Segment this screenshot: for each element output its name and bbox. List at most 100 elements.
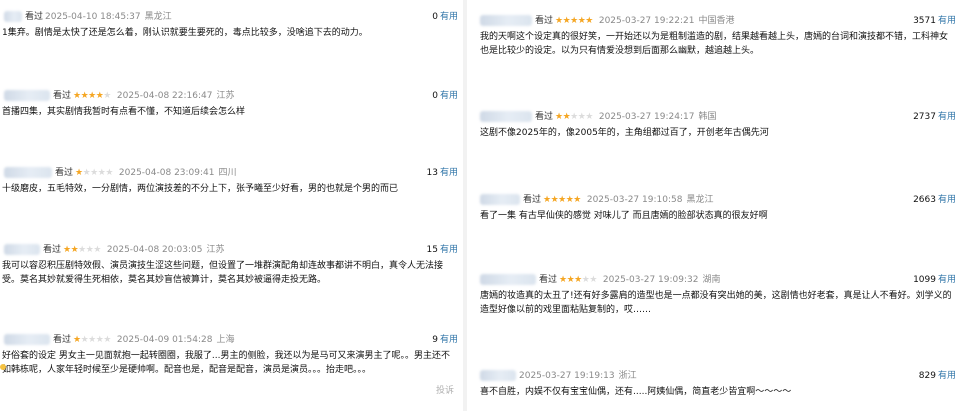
useful-count: 1099 — [913, 275, 936, 285]
useful-votes: 13 有用 — [427, 164, 458, 182]
left-review-panel: 看过 2025-04-10 18:45:37 黑龙江 0 有用 1集弃。剧情是太快了还是怎… — [0, 0, 462, 411]
review-time: 2025-03-27 19:24:17 — [598, 112, 695, 122]
useful-button[interactable]: 有用 — [938, 195, 956, 205]
useful-button[interactable]: 有用 — [938, 275, 956, 285]
useful-votes: 0 有用 — [432, 87, 458, 105]
review-meta: 看过 2025-04-10 18:45:37 黑龙江 0 有用 — [0, 8, 462, 26]
review-item: 看过 ★★★★★ 2025-03-27 19:24:17 韩国 2737 有用 这剧不像20… — [468, 108, 960, 140]
user-name-blurred[interactable] — [480, 274, 536, 285]
user-name-blurred[interactable] — [4, 11, 22, 22]
review-location: 黑龙江 — [686, 195, 714, 205]
watched-label: 看过 — [53, 335, 72, 345]
useful-button[interactable]: 有用 — [440, 91, 458, 101]
rating-stars-icon: ★★★★★ — [555, 112, 593, 122]
review-time: 2025-03-27 19:09:32 — [602, 275, 699, 285]
useful-button[interactable]: 有用 — [440, 12, 458, 22]
review-time: 2025-04-08 22:16:47 — [116, 91, 213, 101]
review-content: 首播四集，其实剧情我暂时有点看不懂，不知道后续会怎么样 — [2, 107, 246, 117]
useful-votes: 9 有用 — [432, 331, 458, 349]
review-content: 十级磨皮，五毛特效，一分剧情，两位演技差的不分上下，张予曦至少好看，男的也就是个… — [2, 184, 399, 194]
review-content: 喜不自胜，内娱不仅有宝宝仙偶，还有.....阿姨仙偶，简直老少皆宜啊～～～～ — [480, 387, 792, 397]
watched-label: 看过 — [535, 112, 554, 122]
review-content: 我可以容忍积压剧特效假、演员演技生涩这些问题，但设置了一堆群演配角却连故事都讲不… — [2, 261, 444, 285]
useful-button[interactable]: 有用 — [938, 16, 956, 26]
rating-stars-icon: ★★★★★ — [73, 91, 111, 101]
review-time: 2025-04-08 20:03:05 — [106, 245, 203, 255]
review-location: 四川 — [218, 168, 237, 178]
rating-stars-icon: ★★★★★ — [73, 335, 111, 345]
review-meta: 看过 ★★★★★ 2025-03-27 19:24:17 韩国 2737 有用 — [468, 108, 960, 126]
useful-votes: 1099 有用 — [913, 271, 956, 289]
review-item: 看过 ★★★★★ 2025-04-09 01:54:28 上海 9 有用 好俗套的设定 男女… — [0, 331, 462, 377]
review-meta: 看过 ★★★★★ 2025-03-27 19:22:21 中国香港 3571 有用 — [468, 12, 960, 30]
useful-button[interactable]: 有用 — [938, 112, 956, 122]
review-content: 这剧不像2025年的，像2005年的，主角组都过百了，开创老年古偶先河 — [480, 128, 769, 138]
watched-label: 看过 — [523, 195, 542, 205]
rating-stars-icon: ★★★★★ — [559, 275, 597, 285]
watched-label: 看过 — [55, 168, 74, 178]
review-location: 上海 — [216, 335, 235, 345]
review-item: 看过 ★★★★★ 2025-03-27 19:22:21 中国香港 3571 有用我的天啊… — [468, 12, 960, 58]
review-time: 2025-03-27 19:19:13 — [519, 371, 615, 381]
emoji-icon — [0, 364, 6, 370]
review-time: 2025-04-10 18:45:37 — [45, 12, 141, 22]
useful-votes: 2663 有用 — [913, 191, 956, 209]
review-content: 我的天啊这个设定真的很好笑，一开始还以为是粗制滥造的剧，结果越看越上头，唐嫣的台… — [480, 32, 949, 56]
useful-count: 0 — [432, 12, 438, 22]
review-location: 中国香港 — [698, 16, 735, 26]
review-item: 看过 ★★★★★ 2025-04-08 20:03:05 江苏 15 有用我可以容忍积压剧… — [0, 241, 462, 287]
useful-button[interactable]: 有用 — [440, 335, 458, 345]
user-name-blurred[interactable] — [4, 90, 50, 101]
panel-divider — [463, 0, 467, 411]
useful-votes: 3571 有用 — [913, 12, 956, 30]
review-time: 2025-03-27 19:10:58 — [586, 195, 683, 205]
review-item: 看过 ★★★★★ 2025-04-08 23:09:41 四川 13 有用 十级磨皮，五毛特… — [0, 164, 462, 196]
user-name-blurred[interactable] — [4, 167, 52, 178]
user-name-blurred[interactable] — [480, 15, 532, 26]
review-meta: 看过 ★★★★★ 2025-03-27 19:10:58 黑龙江 2663 有用 — [468, 191, 960, 209]
review-meta: 看过 ★★★★★ 2025-04-09 01:54:28 上海 9 有用 — [0, 331, 462, 349]
review-meta: 看过 ★★★★★ 2025-03-27 19:09:32 湖南 1099 有用 — [468, 271, 960, 289]
review-meta: 看过 ★★★★★ 2025-04-08 20:03:05 江苏 15 有用 — [0, 241, 462, 259]
review-location: 浙江 — [618, 371, 637, 381]
review-item: 看过 2025-04-10 18:45:37 黑龙江 0 有用 1集弃。剧情是太快了还是怎… — [0, 8, 462, 40]
watched-label: 看过 — [539, 275, 558, 285]
right-review-panel: 看过 ★★★★★ 2025-03-27 19:22:21 中国香港 3571 有用 我的天啊… — [468, 0, 960, 411]
watched-label: 看过 — [53, 91, 72, 101]
useful-count: 9 — [432, 335, 438, 345]
user-name-blurred[interactable] — [4, 334, 50, 345]
useful-count: 13 — [426, 168, 438, 178]
review-meta: 看过 ★★★★★ 2025-04-08 23:09:41 四川 13 有用 — [0, 164, 462, 182]
review-location: 黑龙江 — [144, 12, 172, 22]
review-item: 看过 ★★★★★ 2025-03-27 19:09:32 湖南 1099 有用 唐嫣的妆造真… — [468, 271, 960, 317]
useful-votes: 15 有用 — [427, 241, 458, 259]
review-time: 2025-03-27 19:22:21 — [598, 16, 695, 26]
useful-count: 3571 — [913, 16, 936, 26]
report-link[interactable]: 投诉 — [436, 383, 454, 396]
review-content: 1集弃。剧情是太快了还是怎么着，刚认识就要生要死的，毒点比较多，没啥追下去的动力… — [2, 28, 368, 38]
review-meta: 看过 ★★★★★ 2025-04-08 22:16:47 江苏 0 有用 — [0, 87, 462, 105]
review-location: 江苏 — [206, 245, 225, 255]
review-time: 2025-04-08 23:09:41 — [118, 168, 215, 178]
review-time: 2025-04-09 01:54:28 — [116, 335, 213, 345]
useful-count: 2737 — [913, 112, 936, 122]
user-name-blurred[interactable] — [480, 194, 520, 205]
user-name-blurred[interactable] — [4, 244, 40, 255]
useful-votes: 2737 有用 — [913, 108, 956, 126]
review-item: 2025-03-27 19:19:13 浙江 829 有用喜不自胜，内娱不仅有宝宝仙偶… — [468, 367, 960, 399]
useful-button[interactable]: 有用 — [440, 168, 458, 178]
user-name-blurred[interactable] — [480, 370, 516, 381]
useful-votes: 0 有用 — [432, 8, 458, 26]
user-name-blurred[interactable] — [480, 111, 532, 122]
useful-count: 0 — [432, 91, 438, 101]
useful-count: 15 — [426, 245, 438, 255]
rating-stars-icon: ★★★★★ — [63, 245, 101, 255]
review-location: 江苏 — [216, 91, 235, 101]
rating-stars-icon: ★★★★★ — [555, 16, 593, 26]
watched-label: 看过 — [43, 245, 62, 255]
useful-button[interactable]: 有用 — [440, 245, 458, 255]
useful-count: 829 — [918, 371, 936, 381]
watched-label: 看过 — [535, 16, 554, 26]
useful-button[interactable]: 有用 — [938, 371, 956, 381]
review-item: 看过 ★★★★★ 2025-04-08 22:16:47 江苏 0 有用首播四集，其实剧情… — [0, 87, 462, 119]
